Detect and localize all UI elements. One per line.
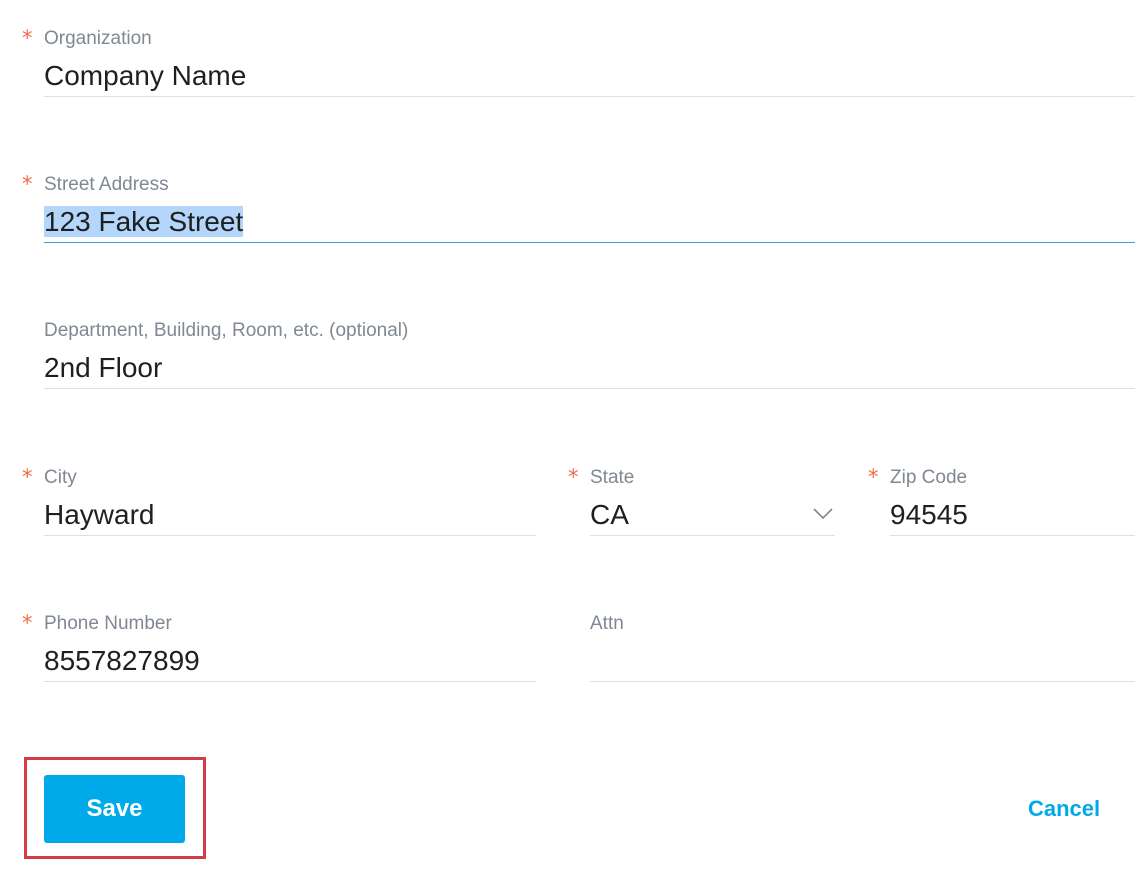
state-field: * State CA [568, 467, 835, 547]
zip-code-input[interactable]: 94545 [890, 497, 1135, 536]
organization-input[interactable]: Company Name [44, 58, 1135, 97]
city-field: * City Hayward [22, 467, 536, 547]
attn-input[interactable] [590, 643, 1135, 682]
phone-number-label: Phone Number [44, 613, 172, 634]
required-marker: * [22, 611, 33, 635]
chevron-down-icon[interactable] [813, 507, 833, 521]
street-address-field: * Street Address 123 Fake Street [22, 174, 1135, 254]
save-button[interactable]: Save [44, 775, 185, 843]
attn-label: Attn [590, 613, 624, 634]
organization-label: Organization [44, 28, 152, 49]
department-field: Department, Building, Room, etc. (option… [44, 320, 1135, 400]
required-marker: * [22, 172, 33, 196]
attn-field: Attn [590, 613, 1135, 693]
zip-code-label: Zip Code [890, 467, 968, 488]
phone-number-value: 8557827899 [44, 645, 200, 676]
required-marker: * [568, 465, 579, 489]
address-form: * Organization Company Name * Street Add… [0, 0, 1148, 878]
organization-value: Company Name [44, 60, 247, 91]
department-label: Department, Building, Room, etc. (option… [44, 320, 409, 341]
zip-code-value: 94545 [890, 499, 968, 530]
street-address-input[interactable]: 123 Fake Street [44, 204, 1135, 243]
required-marker: * [22, 465, 33, 489]
city-input[interactable]: Hayward [44, 497, 536, 536]
organization-field: * Organization Company Name [22, 28, 1135, 108]
department-value: 2nd Floor [44, 352, 163, 383]
department-input[interactable]: 2nd Floor [44, 350, 1135, 389]
phone-number-field: * Phone Number 8557827899 [22, 613, 536, 693]
zip-code-field: * Zip Code 94545 [868, 467, 1135, 547]
city-value: Hayward [44, 499, 155, 530]
phone-number-input[interactable]: 8557827899 [44, 643, 536, 682]
street-address-value: 123 Fake Street [44, 206, 244, 237]
state-value: CA [590, 499, 629, 530]
required-marker: * [868, 465, 879, 489]
cancel-link[interactable]: Cancel [1028, 796, 1100, 822]
city-label: City [44, 467, 77, 488]
street-address-label: Street Address [44, 174, 169, 195]
state-select[interactable]: CA [590, 497, 835, 536]
required-marker: * [22, 26, 33, 50]
state-label: State [590, 467, 635, 488]
